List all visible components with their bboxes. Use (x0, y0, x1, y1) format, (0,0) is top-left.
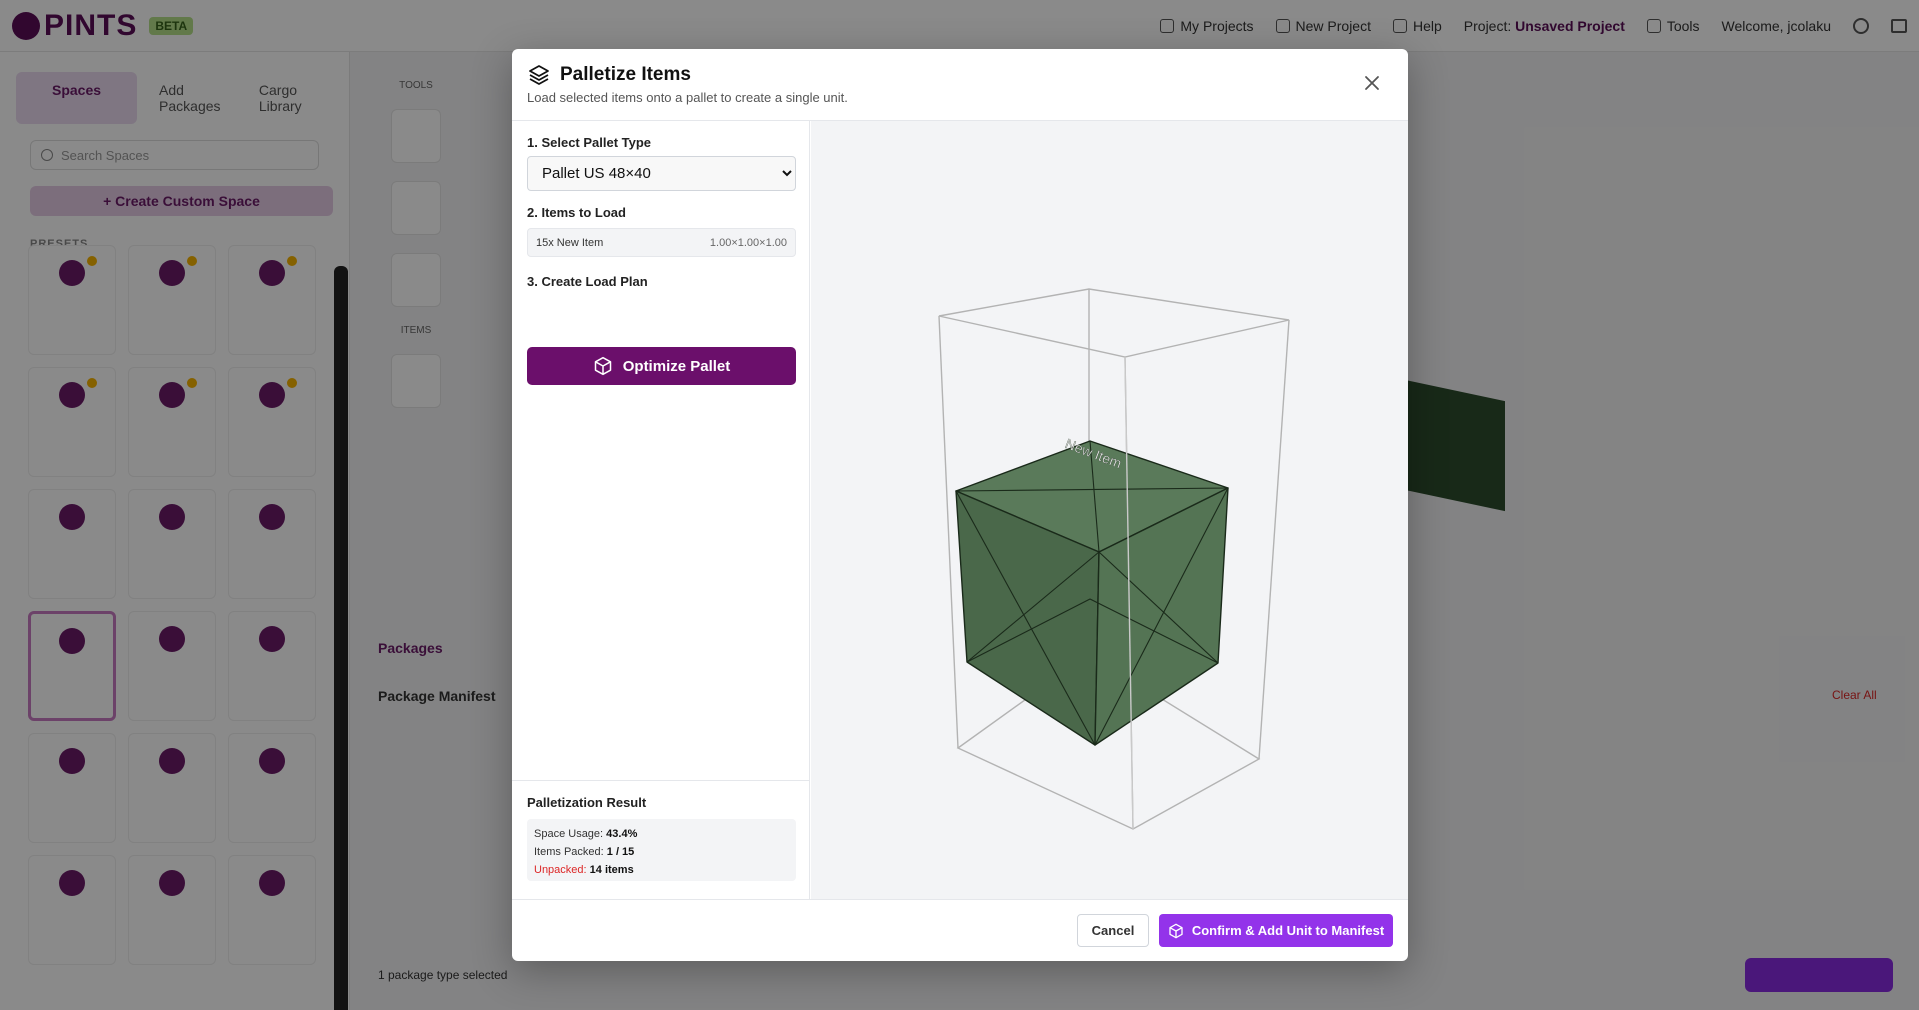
unpacked-row: Unpacked: 14 items (534, 861, 789, 879)
modal-footer: Cancel Confirm & Add Unit to Manifest (512, 899, 1408, 961)
item-to-load: 15x New Item 1.00×1.00×1.00 (527, 228, 796, 257)
confirm-add-unit-button[interactable]: Confirm & Add Unit to Manifest (1159, 914, 1393, 947)
palletize-modal: Palletize Items Load selected items onto… (512, 49, 1408, 961)
modal-header: Palletize Items Load selected items onto… (512, 49, 1408, 121)
cancel-button[interactable]: Cancel (1077, 914, 1149, 947)
optimize-pallet-label: Optimize Pallet (622, 357, 731, 375)
config-column: 1. Select Pallet Type Pallet US 48×40 2.… (512, 121, 810, 899)
packed-item-box (955, 440, 1229, 746)
pallet-3d-scene: New Item (938, 288, 1290, 830)
pallet-type-select[interactable]: Pallet US 48×40 (527, 156, 796, 191)
cube-icon (1169, 923, 1183, 938)
modal-subtitle: Load selected items onto a pallet to cre… (527, 90, 848, 105)
space-usage-row: Space Usage: 43.4% (534, 825, 789, 843)
modal-title-row: Palletize Items (527, 63, 1393, 87)
step-load-plan-label: 3. Create Load Plan (527, 274, 648, 289)
items-packed-row: Items Packed: 1 / 15 (534, 843, 789, 861)
result-title: Palletization Result (527, 795, 647, 810)
confirm-add-unit-label: Confirm & Add Unit to Manifest (1191, 923, 1385, 938)
item-name: 15x New Item (536, 236, 604, 249)
modal-body: 1. Select Pallet Type Pallet US 48×40 2.… (512, 121, 1408, 899)
unpacked-label: Unpacked: (534, 864, 587, 876)
layers-icon (529, 65, 549, 85)
step-items-label: 2. Items to Load (527, 205, 626, 220)
space-usage-label: Space Usage: (534, 828, 604, 840)
items-packed-label: Items Packed: (534, 846, 604, 858)
cube-icon (594, 356, 611, 376)
close-icon[interactable] (1360, 71, 1384, 95)
modal-title: Palletize Items (560, 64, 691, 85)
palletization-result: Palletization Result Space Usage: 43.4% … (512, 780, 810, 899)
item-dimensions: 1.00×1.00×1.00 (709, 236, 787, 249)
unpacked-value: 14 items (589, 864, 634, 876)
optimize-pallet-button[interactable]: Optimize Pallet (527, 347, 796, 385)
result-summary: Space Usage: 43.4% Items Packed: 1 / 15 … (527, 819, 796, 881)
items-packed-value: 1 / 15 (606, 846, 635, 858)
step-select-pallet-label: 1. Select Pallet Type (527, 135, 652, 150)
space-usage-value: 43.4% (606, 828, 638, 840)
pallet-3d-viewport[interactable]: New Item (811, 121, 1408, 899)
